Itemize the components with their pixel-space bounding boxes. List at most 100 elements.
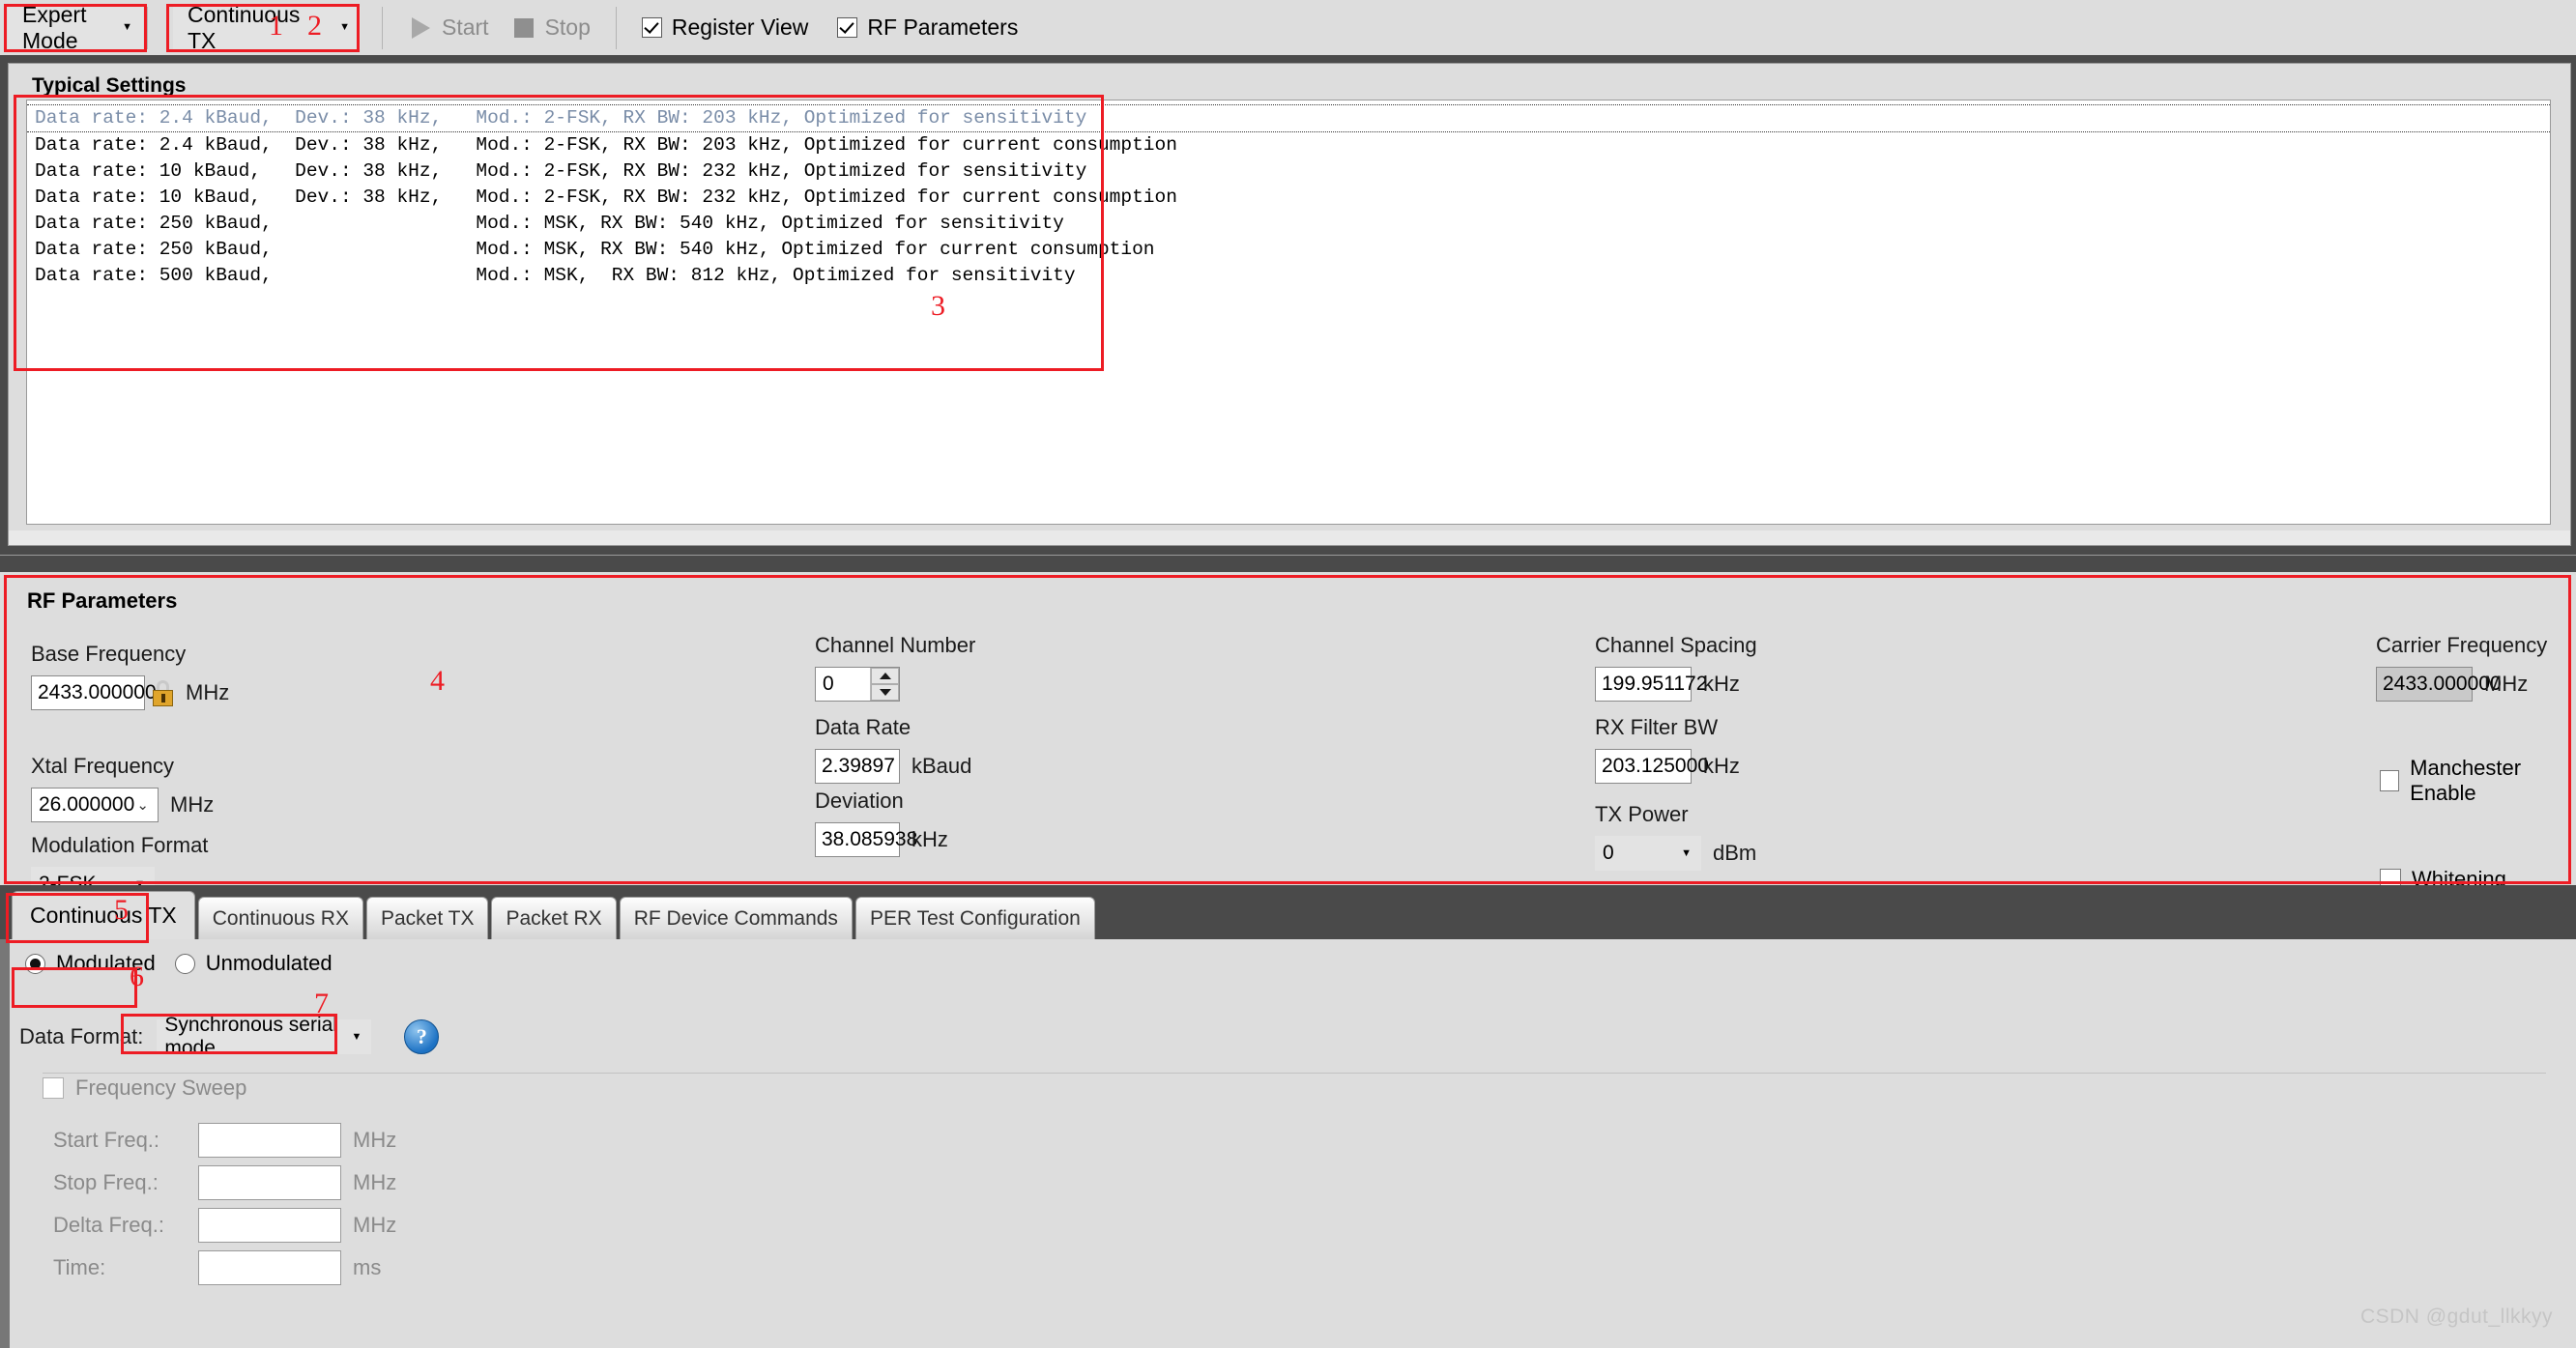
- typical-settings-list[interactable]: Data rate: 2.4 kBaud, Dev.: 38 kHz, Mod.…: [26, 100, 2551, 525]
- list-item[interactable]: Data rate: 10 kBaud, Dev.: 38 kHz, Mod.:…: [27, 158, 2550, 185]
- checkbox-icon: [837, 17, 858, 38]
- tab-label: PER Test Configuration: [869, 906, 1081, 930]
- start-label: Start: [442, 14, 489, 40]
- base-frequency-unit: MHz: [186, 680, 230, 704]
- tab-bar: Continuous TX Continuous RX Packet TX Pa…: [0, 885, 2576, 939]
- rf-parameters-checkbox[interactable]: RF Parameters: [837, 14, 1018, 41]
- frequency-sweep-label: Frequency Sweep: [75, 1076, 247, 1100]
- channel-number-stepper[interactable]: 0: [815, 667, 900, 702]
- chevron-down-icon: ▼: [339, 21, 350, 33]
- rx-filter-bw-input[interactable]: 203.125000: [1595, 749, 1709, 784]
- tab-label: Packet TX: [380, 906, 475, 930]
- checkbox-icon: [2380, 770, 2400, 791]
- channel-spacing-label: Channel Spacing: [1595, 633, 1757, 657]
- manchester-enable-label: Manchester Enable: [2410, 756, 2522, 805]
- sweep-fields: Start Freq.: MHz Stop Freq.: MHz Delta F…: [53, 1123, 396, 1285]
- tx-power-dropdown[interactable]: 0 ▼: [1595, 836, 1701, 871]
- deviation-label: Deviation: [815, 789, 904, 813]
- tab-rf-device-commands[interactable]: RF Device Commands: [619, 897, 853, 939]
- carrier-frequency-group: Carrier Frequency 2433.000000 MHz: [2376, 633, 2547, 702]
- tab-continuous-tx[interactable]: Continuous TX: [12, 891, 195, 939]
- register-view-checkbox[interactable]: Register View: [641, 14, 809, 41]
- delta-freq-input[interactable]: [198, 1208, 341, 1243]
- chevron-down-icon: ▼: [1681, 846, 1692, 859]
- caret-down-icon: [879, 689, 891, 696]
- stop-icon: [513, 17, 534, 38]
- stop-button[interactable]: Stop: [513, 14, 591, 41]
- data-format-dropdown[interactable]: Synchronous serial mode ▼: [157, 1014, 372, 1059]
- unmodulated-radio[interactable]: Unmodulated: [174, 951, 333, 976]
- time-input[interactable]: [198, 1250, 341, 1285]
- xtal-frequency-dropdown[interactable]: 26.000000 ⌄: [31, 788, 159, 822]
- annotation-number-1: 1: [269, 10, 283, 42]
- lock-icon[interactable]: [152, 679, 174, 706]
- time-label: Time:: [53, 1255, 106, 1279]
- stepper-up-button[interactable]: [871, 668, 899, 684]
- list-item[interactable]: Data rate: 2.4 kBaud, Dev.: 38 kHz, Mod.…: [27, 132, 2550, 158]
- channel-number-label: Channel Number: [815, 633, 976, 657]
- stepper-down-button[interactable]: [871, 684, 899, 701]
- deviation-group: Deviation 38.085938 kHz: [815, 789, 948, 857]
- radio-icon: [25, 953, 45, 974]
- base-frequency-input[interactable]: 2433.000000: [31, 675, 157, 710]
- stop-freq-label: Stop Freq.:: [53, 1170, 159, 1194]
- watermark: CSDN @gdut_llkkyy: [2359, 1305, 2553, 1328]
- list-item[interactable]: Data rate: 250 kBaud, Mod.: MSK, RX BW: …: [27, 237, 2550, 263]
- list-item[interactable]: Data rate: 250 kBaud, Mod.: MSK, RX BW: …: [27, 211, 2550, 237]
- data-format-row: Data Format: Synchronous serial mode ▼ ?: [19, 1014, 440, 1059]
- expert-mode-dropdown[interactable]: Expert Mode ▼: [8, 2, 143, 53]
- base-frequency-label: Base Frequency: [31, 642, 187, 666]
- tab-packet-rx[interactable]: Packet RX: [491, 897, 617, 939]
- stop-freq-unit: MHz: [353, 1170, 397, 1194]
- base-frequency-group: Base Frequency 2433.000000 MHz: [31, 642, 229, 710]
- tab-label: RF Device Commands: [633, 906, 838, 930]
- stop-label: Stop: [544, 14, 591, 40]
- annotation-number-2: 2: [307, 10, 322, 42]
- frequency-sweep-checkbox[interactable]: Frequency Sweep: [43, 1076, 246, 1101]
- manchester-enable-checkbox[interactable]: Manchester Enable: [2380, 756, 2576, 806]
- start-freq-unit: MHz: [353, 1128, 397, 1152]
- rx-filter-bw-label: RX Filter BW: [1595, 715, 1719, 739]
- tab-continuous-rx[interactable]: Continuous RX: [197, 897, 363, 939]
- caret-up-icon: [879, 673, 891, 679]
- toolbar-separator-3: [615, 6, 617, 49]
- start-button[interactable]: Start: [412, 14, 489, 41]
- start-freq-row: Start Freq.: MHz: [53, 1123, 396, 1158]
- tab-label: Continuous TX: [30, 903, 177, 928]
- chevron-down-icon: ▼: [122, 21, 132, 33]
- xtal-frequency-unit: MHz: [170, 792, 215, 817]
- list-item[interactable]: Data rate: 2.4 kBaud, Dev.: 38 kHz, Mod.…: [27, 104, 2550, 132]
- toolbar-separator-1: [147, 6, 148, 49]
- help-icon[interactable]: ?: [404, 1019, 440, 1054]
- stop-freq-input[interactable]: [198, 1165, 341, 1200]
- rf-parameters-label: RF Parameters: [867, 14, 1019, 40]
- annotation-number-4: 4: [430, 665, 445, 697]
- radio-icon: [174, 953, 195, 974]
- data-rate-group: Data Rate 2.39897 kBaud: [815, 715, 971, 784]
- modulation-format-label: Modulation Format: [31, 833, 209, 857]
- register-view-label: Register View: [671, 14, 809, 40]
- tx-power-unit: dBm: [1713, 841, 1757, 865]
- list-item[interactable]: Data rate: 500 kBaud, Mod.: MSK, RX BW: …: [27, 263, 2550, 289]
- toolbar: Expert Mode ▼ Continuous TX ▼ Start Stop…: [0, 0, 2576, 56]
- mode-dropdown[interactable]: Continuous TX ▼: [173, 2, 361, 53]
- typical-settings-container: Typical Settings Data rate: 2.4 kBaud, D…: [0, 55, 2576, 555]
- channel-spacing-unit: kHz: [1703, 672, 1740, 696]
- tx-power-value: 0: [1603, 842, 1614, 864]
- data-rate-input[interactable]: 2.39897: [815, 749, 900, 784]
- tab-per-test-configuration[interactable]: PER Test Configuration: [854, 897, 1095, 939]
- horizontal-scrollbar[interactable]: [9, 531, 2570, 545]
- deviation-input[interactable]: 38.085938: [815, 822, 917, 857]
- start-freq-input[interactable]: [198, 1123, 341, 1158]
- xtal-frequency-label: Xtal Frequency: [31, 754, 174, 778]
- section-divider: [43, 1073, 2546, 1074]
- delta-freq-label: Delta Freq.:: [53, 1213, 164, 1237]
- list-item[interactable]: Data rate: 10 kBaud, Dev.: 38 kHz, Mod.:…: [27, 185, 2550, 211]
- annotation-number-5: 5: [114, 894, 129, 926]
- unmodulated-label: Unmodulated: [205, 951, 333, 975]
- channel-spacing-input[interactable]: 199.951172: [1595, 667, 1707, 702]
- xtal-frequency-value: 26.000000: [39, 793, 135, 816]
- data-rate-unit: kBaud: [912, 754, 972, 778]
- tab-packet-tx[interactable]: Packet TX: [365, 897, 489, 939]
- panel-splitter[interactable]: [0, 555, 2576, 573]
